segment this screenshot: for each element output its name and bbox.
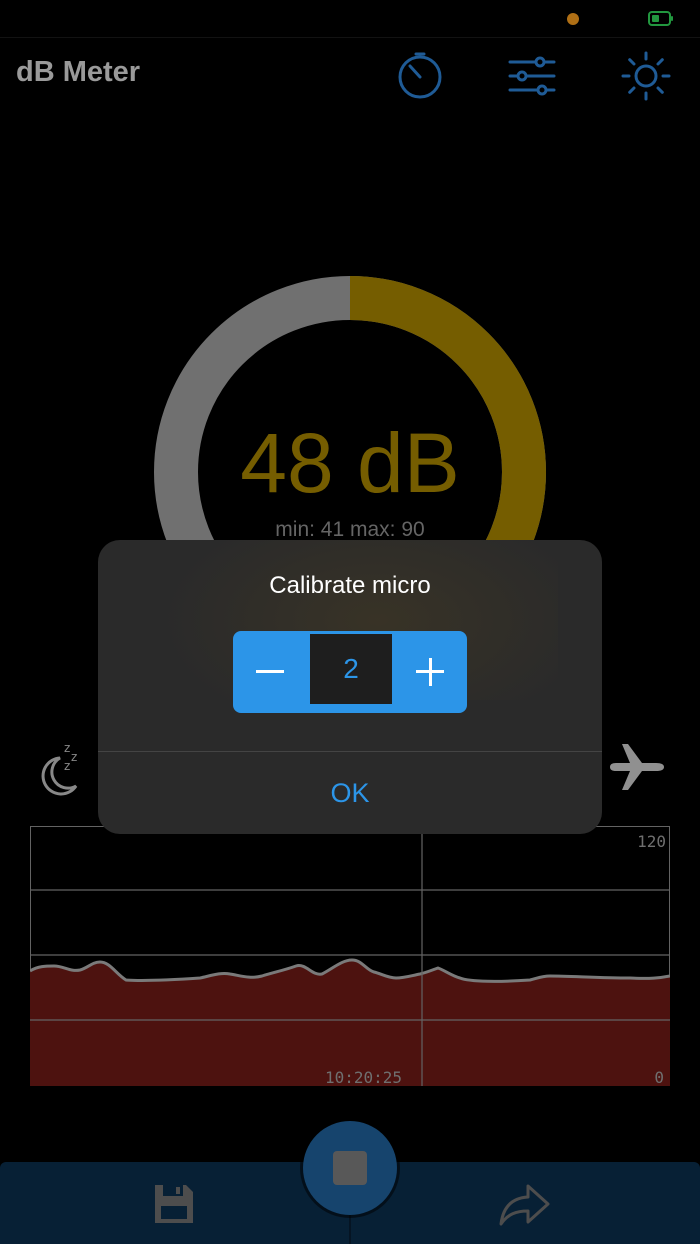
minus-icon [256,670,284,673]
dialog-title: Calibrate micro [269,572,431,599]
calibration-value[interactable]: 2 [307,634,395,707]
calibration-stepper: 2 [233,631,467,713]
increment-button[interactable] [393,631,467,713]
ok-button[interactable]: OK [98,752,602,834]
decrement-button[interactable] [233,631,307,713]
calibrate-dialog: Calibrate micro 2 OK [98,540,602,834]
